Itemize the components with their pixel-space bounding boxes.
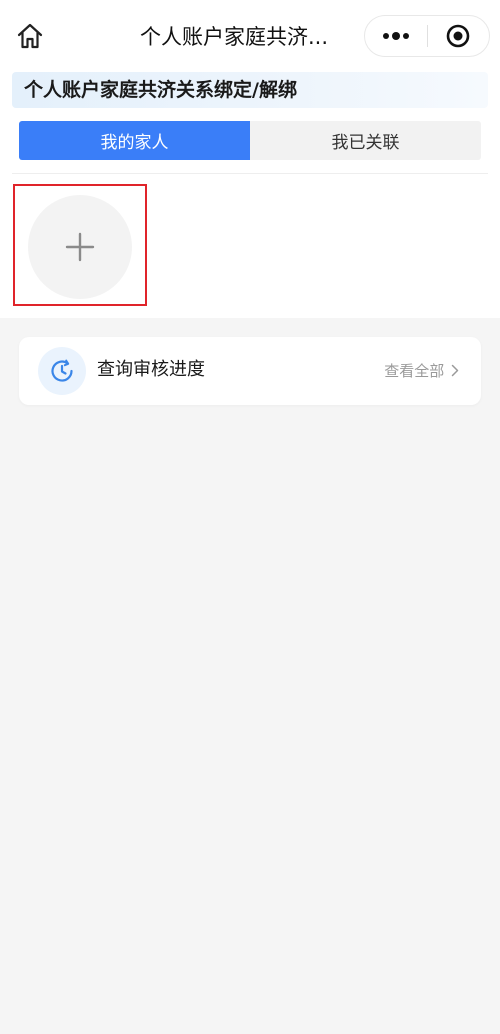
tab-linked[interactable]: 我已关联 [250, 121, 481, 160]
home-icon [17, 23, 43, 49]
view-all-link[interactable]: 查看全部 [384, 359, 459, 383]
tab-bar: 我的家人 我已关联 [19, 121, 481, 160]
more-dots-icon [382, 32, 409, 40]
review-progress-card[interactable]: 查询审核进度 查看全部 [19, 337, 481, 405]
page-title: 个人账户家庭共济关系绑定/解绑 [24, 79, 297, 101]
clock-icon-wrap [38, 347, 86, 395]
add-family-member-button[interactable] [28, 195, 132, 299]
tab-my-family[interactable]: 我的家人 [19, 121, 250, 160]
header-banner: 个人账户家庭共济关系绑定/解绑 [12, 72, 488, 108]
close-button[interactable] [427, 16, 489, 56]
divider [12, 173, 488, 174]
clock-history-icon [51, 359, 73, 382]
add-member-highlight [13, 184, 147, 306]
family-section: 个人账户家庭共济关系绑定/解绑 我的家人 我已关联 [0, 72, 500, 318]
nav-title: 个人账户家庭共济... [140, 25, 329, 49]
close-target-icon [446, 24, 470, 48]
home-button[interactable] [14, 20, 46, 52]
plus-icon [65, 232, 95, 262]
page: 个人账户家庭共济... 个人账户家庭共济关系绑定/解绑 我的家人 我已关联 查询… [0, 0, 500, 1034]
mini-program-capsule [364, 15, 490, 57]
more-button[interactable] [365, 16, 427, 56]
view-all-label: 查看全部 [384, 362, 445, 380]
top-navbar: 个人账户家庭共济... [0, 0, 500, 72]
review-progress-label: 查询审核进度 [97, 359, 205, 380]
chevron-right-icon [451, 364, 459, 377]
